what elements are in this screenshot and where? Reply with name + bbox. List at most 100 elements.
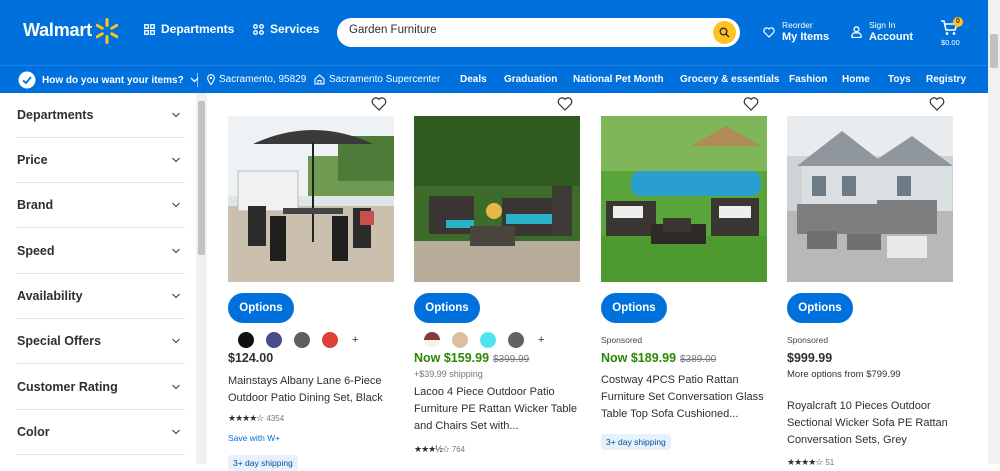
spark-icon[interactable] bbox=[96, 18, 118, 44]
cart-button[interactable]: 0 $0.00 bbox=[940, 17, 964, 49]
nav-grocery[interactable]: Grocery & essentials bbox=[680, 74, 780, 85]
was-price: $389.00 bbox=[680, 354, 717, 365]
rating: ★★★½☆ 764 bbox=[414, 444, 465, 455]
product-image[interactable] bbox=[228, 116, 394, 282]
product-image[interactable] bbox=[601, 116, 767, 282]
color-swatches: + bbox=[424, 332, 544, 348]
product-title[interactable]: Royalcraft 10 Pieces Outdoor Sectional W… bbox=[787, 398, 955, 449]
product-card[interactable]: Options + $124.00 Mainstays Albany Lane … bbox=[228, 93, 400, 471]
product-price: $124.00 bbox=[228, 351, 274, 365]
options-button[interactable]: Options bbox=[787, 293, 853, 323]
product-image[interactable] bbox=[414, 116, 580, 282]
current-price: Now $189.99 bbox=[601, 351, 677, 365]
facet-speed[interactable]: Speed bbox=[17, 229, 185, 274]
reorder-small: Reorder bbox=[782, 20, 813, 30]
swatch-beige[interactable] bbox=[452, 332, 468, 348]
chevron-down-icon bbox=[172, 112, 180, 118]
fulfillment-label: How do you want your items? bbox=[42, 74, 184, 86]
facet-label: Speed bbox=[17, 244, 55, 258]
chevron-down-icon bbox=[172, 429, 180, 435]
sidebar-scrollbar-thumb[interactable] bbox=[198, 101, 205, 255]
user-icon bbox=[851, 26, 862, 38]
facet-special-offers[interactable]: Special Offers bbox=[17, 319, 185, 364]
shipping-cost: +$39.99 shipping bbox=[414, 369, 483, 379]
product-card[interactable]: Options Sponsored Now $189.99 $389.00 Cos… bbox=[601, 93, 773, 464]
page-scrollbar-thumb[interactable] bbox=[990, 34, 998, 68]
shipping-badge: 3+ day shipping bbox=[601, 434, 671, 450]
options-button[interactable]: Options bbox=[601, 293, 667, 323]
swatch-red-white[interactable] bbox=[424, 332, 440, 348]
cart-total: $0.00 bbox=[941, 38, 960, 47]
facet-label: Availability bbox=[17, 289, 83, 303]
more-swatches[interactable]: + bbox=[538, 334, 544, 346]
swatch-gray[interactable] bbox=[294, 332, 310, 348]
location-link[interactable]: Sacramento, 95829 bbox=[207, 74, 306, 85]
reorder-big: My Items bbox=[782, 31, 830, 43]
was-price: $399.99 bbox=[493, 354, 530, 365]
services-button[interactable]: Services bbox=[253, 22, 319, 36]
swatch-gray[interactable] bbox=[508, 332, 524, 348]
store-link[interactable]: Sacramento Supercenter bbox=[314, 74, 440, 85]
sidebar-scrollbar[interactable] bbox=[196, 93, 207, 464]
nav-graduation[interactable]: Graduation bbox=[504, 74, 557, 85]
current-price: Now $159.99 bbox=[414, 351, 490, 365]
facet-label: Price bbox=[17, 153, 48, 167]
review-count: 4354 bbox=[266, 414, 285, 423]
divider bbox=[197, 73, 198, 87]
fulfillment-icon bbox=[18, 71, 36, 89]
favorite-heart-icon[interactable] bbox=[557, 96, 573, 112]
facet-price[interactable]: Price bbox=[17, 138, 185, 183]
color-swatches: + bbox=[238, 332, 358, 348]
swatch-red[interactable] bbox=[322, 332, 338, 348]
chevron-down-icon bbox=[172, 202, 180, 208]
product-card[interactable]: Options + Now $159.99 $399.99 +$39.99 shi… bbox=[414, 93, 586, 464]
product-title[interactable]: Lacoo 4 Piece Outdoor Patio Furniture PE… bbox=[414, 384, 582, 435]
location-label: Sacramento, 95829 bbox=[219, 74, 307, 85]
review-count: 51 bbox=[825, 458, 835, 467]
swatch-black[interactable] bbox=[238, 332, 254, 348]
location-pin-icon bbox=[207, 74, 215, 85]
nav-registry[interactable]: Registry bbox=[926, 74, 966, 85]
account-link[interactable]: Sign In Account bbox=[851, 20, 913, 44]
nav-pet-month[interactable]: National Pet Month bbox=[573, 74, 664, 85]
chevron-down-icon bbox=[172, 248, 180, 254]
more-options-price[interactable]: More options from $799.99 bbox=[787, 369, 901, 380]
facet-availability[interactable]: Availability bbox=[17, 274, 185, 319]
search-button[interactable] bbox=[713, 21, 736, 44]
product-title[interactable]: Mainstays Albany Lane 6-Piece Outdoor Pa… bbox=[228, 373, 396, 407]
chevron-down-icon bbox=[172, 384, 180, 390]
nav-home[interactable]: Home bbox=[842, 74, 870, 85]
facet-departments[interactable]: Departments bbox=[17, 93, 185, 138]
product-title[interactable]: Costway 4PCS Patio Rattan Furniture Set … bbox=[601, 372, 769, 423]
swatch-turquoise[interactable] bbox=[480, 332, 496, 348]
fulfillment-selector[interactable]: How do you want your items? bbox=[18, 71, 199, 89]
rating-stars: ★★★★☆ bbox=[228, 413, 264, 423]
favorite-heart-icon[interactable] bbox=[371, 96, 387, 112]
filter-sidebar: Departments Price Brand Speed Availabili… bbox=[0, 93, 196, 464]
chevron-down-icon bbox=[172, 293, 180, 299]
facet-brand[interactable]: Brand bbox=[17, 183, 185, 228]
facet-customer-rating[interactable]: Customer Rating bbox=[17, 365, 185, 410]
page-scrollbar[interactable] bbox=[988, 0, 1000, 464]
product-image[interactable] bbox=[787, 116, 953, 282]
nav-toys[interactable]: Toys bbox=[888, 74, 911, 85]
rating: ★★★★☆ 4354 bbox=[228, 413, 284, 424]
nav-deals[interactable]: Deals bbox=[460, 74, 487, 85]
nav-fashion[interactable]: Fashion bbox=[789, 74, 827, 85]
swatch-blue[interactable] bbox=[266, 332, 282, 348]
product-price: $999.99 bbox=[787, 351, 833, 365]
search-input[interactable] bbox=[349, 24, 709, 36]
options-button[interactable]: Options bbox=[228, 293, 294, 323]
walmart-logo[interactable]: Walmart bbox=[23, 20, 92, 41]
store-icon bbox=[314, 74, 325, 85]
favorite-heart-icon[interactable] bbox=[929, 96, 945, 112]
more-swatches[interactable]: + bbox=[352, 334, 358, 346]
departments-button[interactable]: Departments bbox=[144, 22, 234, 36]
save-with-walmart-plus: Save with W+ bbox=[228, 433, 281, 443]
product-card[interactable]: Options Sponsored $999.99 More options f… bbox=[787, 93, 959, 467]
reorder-link[interactable]: Reorder My Items bbox=[763, 20, 829, 44]
favorite-heart-icon[interactable] bbox=[743, 96, 759, 112]
options-button[interactable]: Options bbox=[414, 293, 480, 323]
facet-color[interactable]: Color bbox=[17, 410, 185, 455]
review-count: 764 bbox=[451, 445, 466, 454]
